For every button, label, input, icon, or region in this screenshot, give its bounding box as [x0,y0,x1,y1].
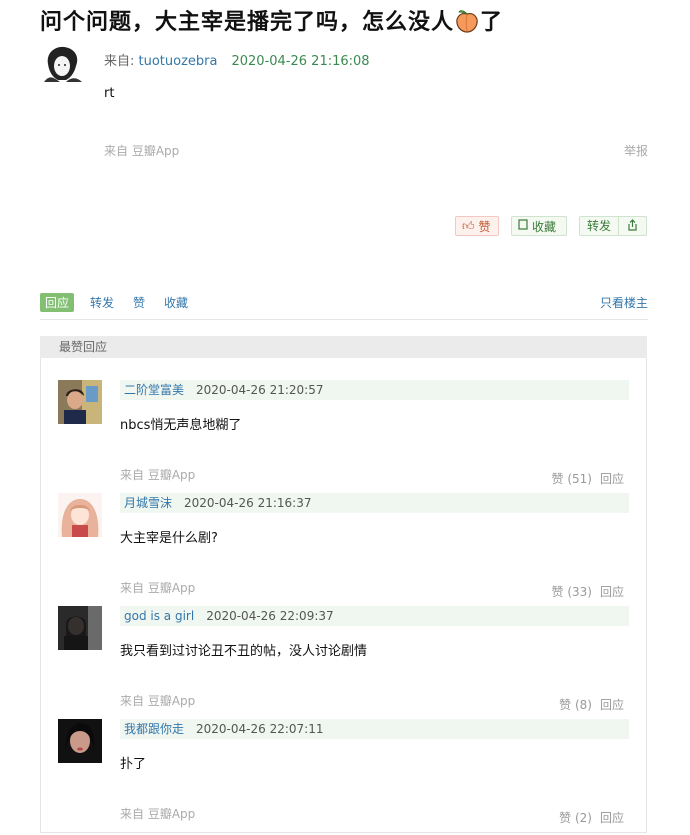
post-title: 问个问题，大主宰是播完了吗，怎么没人 了 [40,4,503,36]
reply-text: nbcs悄无声息地糊了 [120,418,242,433]
author-link[interactable]: tuotuozebra [139,54,218,69]
tab-shares[interactable]: 转发 [90,294,114,311]
post-title-tail: 了 [480,10,504,35]
reply-reply-link[interactable]: 回应 [600,811,624,825]
reply-avatar[interactable] [58,606,102,650]
author-prefix: 来自: [104,54,139,69]
only-op-link[interactable]: 只看楼主 [600,294,648,311]
reply-reply-link[interactable]: 回应 [600,472,624,486]
post-time: 2020-04-26 21:16:08 [231,54,370,69]
tab-likes[interactable]: 赞 [133,294,145,311]
reply-text: 扑了 [120,757,147,772]
post-body: rt [104,86,115,101]
reply-actions: 赞 (51) 回应 [552,470,624,487]
best-replies-header: 最赞回应 [40,336,647,358]
reply-source: 来自 豆瓣App [120,468,196,482]
reply-header: god is a girl 2020-04-26 22:09:37 [120,606,629,626]
reply-avatar[interactable] [58,719,102,763]
reply-like-link[interactable]: 赞 (8) [559,698,592,712]
like-button[interactable]: 👍︎ 赞 [455,216,499,236]
reply-like-link[interactable]: 赞 (33) [552,585,592,599]
share-button[interactable]: 转发 [579,216,647,236]
post-title-text: 问个问题，大主宰是播完了吗，怎么没人 [40,10,455,35]
reply-author-link[interactable]: god is a girl [124,609,194,623]
reply-header: 二阶堂富美 2020-04-26 21:20:57 [120,380,629,400]
reply-time: 2020-04-26 22:07:11 [196,722,324,736]
reply-time: 2020-04-26 22:09:37 [206,609,334,623]
collect-button-label: 收藏 [532,219,557,234]
reply-source: 来自 豆瓣App [120,694,196,708]
op-meta: 来自: tuotuozebra 2020-04-26 21:16:08 [104,50,370,69]
reply-author-link[interactable]: 月城雪沫 [124,496,172,510]
collect-button[interactable]: 收藏 [511,216,567,236]
share-button-label: 转发 [580,217,620,235]
peach-emoji-icon [456,10,478,33]
reply-source: 来自 豆瓣App [120,581,196,595]
reply-time: 2020-04-26 21:16:37 [184,496,312,510]
reply-header: 我都跟你走 2020-04-26 22:07:11 [120,719,629,739]
reply-time: 2020-04-26 21:20:57 [196,383,324,397]
reply-avatar[interactable] [58,380,102,424]
thumbs-up-icon: 👍︎ [462,218,475,233]
reply-text: 大主宰是什么剧? [120,531,218,546]
tab-collections[interactable]: 收藏 [164,294,188,311]
tab-replies[interactable]: 回应 [40,293,75,312]
op-avatar[interactable] [40,44,84,84]
reply-actions: 赞 (2) 回应 [559,809,624,826]
reply-like-link[interactable]: 赞 (2) [559,811,592,825]
reply-reply-link[interactable]: 回应 [600,698,624,712]
like-button-label: 赞 [478,219,491,234]
reply-author-link[interactable]: 我都跟你走 [124,722,184,736]
reply-actions: 赞 (33) 回应 [552,583,624,600]
reply-source: 来自 豆瓣App [120,807,196,821]
bookmark-icon [518,219,528,233]
reply-text: 我只看到过讨论丑不丑的帖，没人讨论剧情 [120,644,368,659]
reply-actions: 赞 (8) 回应 [559,696,624,713]
reply-reply-link[interactable]: 回应 [600,585,624,599]
reply-avatar[interactable] [58,493,102,537]
share-icon [619,218,646,234]
post-source: 来自 豆瓣App [104,144,180,158]
reply-author-link[interactable]: 二阶堂富美 [124,383,184,397]
reply-tabs: 回应 转发 赞 收藏 只看楼主 [40,293,648,320]
reply-like-link[interactable]: 赞 (51) [552,472,592,486]
reply-header: 月城雪沫 2020-04-26 21:16:37 [120,493,629,513]
report-link[interactable]: 举报 [624,142,648,159]
